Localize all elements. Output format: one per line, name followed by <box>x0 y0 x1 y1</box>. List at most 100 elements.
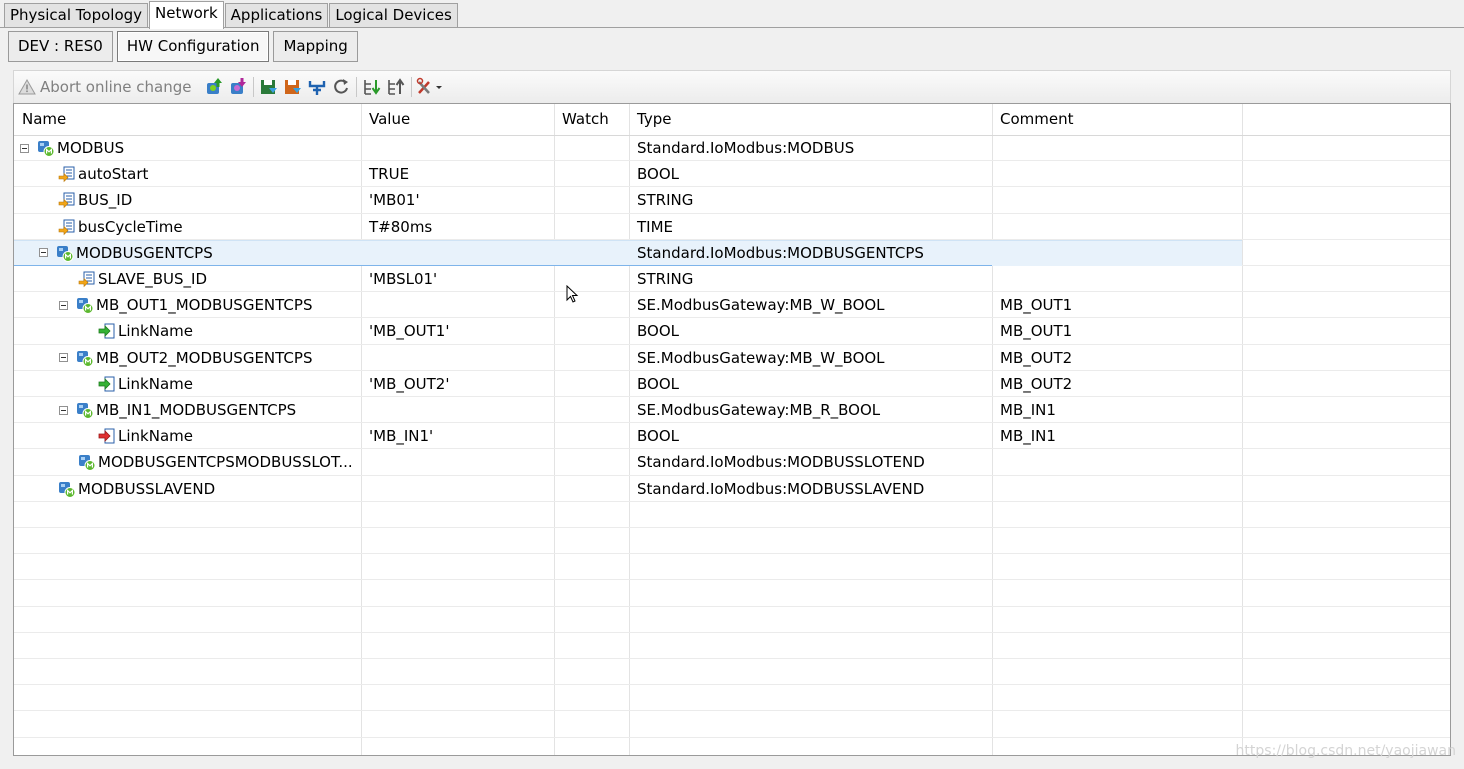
collapse-tree-button[interactable] <box>384 75 408 99</box>
tab-mapping[interactable]: Mapping <box>273 31 358 62</box>
tab-logical-devices[interactable]: Logical Devices <box>329 3 458 28</box>
cell-name: LinkName <box>98 423 193 449</box>
tree-row[interactable]: busCycleTime T#80ms TIME <box>14 214 1450 240</box>
collapse-toggle-icon[interactable] <box>59 353 68 363</box>
toolbar-separator <box>252 77 254 97</box>
header-watch[interactable]: Watch <box>554 104 609 136</box>
cell-value[interactable]: 'MB01' <box>369 187 420 213</box>
collapse-toggle-icon[interactable] <box>59 405 68 415</box>
row-name-text: LinkName <box>118 322 193 341</box>
tree-row[interactable]: MODBUSSLAVEND Standard.IoModbus:MODBUSSLA… <box>14 476 1450 502</box>
tree-row[interactable]: LinkName 'MB_IN1' BOOL MB_IN1 <box>14 423 1450 449</box>
tree-row[interactable]: SLAVE_BUS_ID 'MBSL01' STRING <box>14 266 1450 292</box>
tab-hw-configuration[interactable]: HW Configuration <box>116 31 270 62</box>
tree-row[interactable]: MB_IN1_MODBUSGENTCPS SE.ModbusGateway:MB_… <box>14 397 1450 423</box>
expand-tree-icon <box>363 80 380 95</box>
cell-value[interactable]: 'MBSL01' <box>369 266 437 292</box>
header-type[interactable]: Type <box>629 104 671 136</box>
row-gridline <box>14 710 1450 712</box>
row-name-text: BUS_ID <box>78 191 133 210</box>
row-gridline <box>14 527 1450 528</box>
cell-name: MODBUSGENTCPS <box>39 240 213 266</box>
cell-type: BOOL <box>637 165 679 184</box>
tools-menu-button[interactable] <box>415 75 445 99</box>
download-button[interactable] <box>226 75 250 99</box>
tree-row[interactable]: MODBUSGENTCPS Standard.IoModbus:MODBUSGEN… <box>14 239 1450 266</box>
row-name-text: MB_OUT2_MODBUSGENTCPS <box>96 348 313 367</box>
row-name-text: MODBUSSLAVEND <box>78 479 216 498</box>
toolbar: Abort online change <box>13 70 1451 103</box>
sub-tab-bar: DEV : RES0 HW Configuration Mapping <box>8 31 362 63</box>
cell-comment: MB_OUT1 <box>1000 296 1073 315</box>
cell-type: SE.ModbusGateway:MB_R_BOOL <box>637 401 881 419</box>
cell-value[interactable]: 'MB_OUT1' <box>369 318 449 344</box>
cell-comment: MB_IN1 <box>1000 401 1056 419</box>
tab-network[interactable]: Network <box>149 1 224 29</box>
input-link-icon <box>98 427 116 445</box>
cell-type: STRING <box>637 270 694 288</box>
upload-icon <box>206 78 222 94</box>
row-name-text: busCycleTime <box>78 217 183 236</box>
cell-name: MODBUS <box>20 135 124 161</box>
cell-value[interactable]: 'MB_OUT2' <box>369 371 449 397</box>
cell-type: SE.ModbusGateway:MB_W_BOOL <box>637 296 885 315</box>
upload-button[interactable] <box>202 75 226 99</box>
cell-type: Standard.IoModbus:MODBUSSLAVEND <box>637 479 925 498</box>
cell-value[interactable]: 'MB_IN1' <box>369 423 433 449</box>
tree-row[interactable]: MB_OUT1_MODBUSGENTCPS SE.ModbusGateway:MB… <box>14 292 1450 318</box>
cell-type: Standard.IoModbus:MODBUS <box>637 139 855 157</box>
toolbar-separator <box>410 77 412 97</box>
tab-physical-topology[interactable]: Physical Topology <box>4 3 149 28</box>
tree-row[interactable]: autoStart TRUE BOOL <box>14 161 1450 187</box>
tree-row[interactable]: BUS_ID 'MB01' STRING <box>14 187 1450 213</box>
abort-online-change-button[interactable]: Abort online change <box>18 75 192 99</box>
save-icon <box>260 80 277 94</box>
header-value[interactable]: Value <box>361 104 410 136</box>
cell-name: LinkName <box>98 318 193 344</box>
row-name-text: LinkName <box>118 374 193 393</box>
expand-tree-button[interactable] <box>360 75 384 99</box>
row-gridline <box>14 736 1450 738</box>
export-button[interactable] <box>281 75 305 99</box>
row-name-text: LinkName <box>118 427 193 446</box>
tree-row[interactable]: LinkName 'MB_OUT2' BOOL MB_OUT2 <box>14 371 1450 397</box>
mouse-cursor-icon <box>566 285 579 303</box>
cell-value[interactable]: T#80ms <box>369 214 432 240</box>
save-button[interactable] <box>257 75 281 99</box>
tree-row[interactable]: MB_OUT2_MODBUSGENTCPS SE.ModbusGateway:MB… <box>14 345 1450 371</box>
tree-row[interactable]: MODBUSGENTCPSMODBUSSLOT... Standard.IoMod… <box>14 449 1450 475</box>
parameter-icon <box>58 165 76 183</box>
device-icon <box>78 453 96 472</box>
cell-value[interactable]: TRUE <box>369 161 409 187</box>
abort-label: Abort online change <box>40 78 192 96</box>
tree-row[interactable]: LinkName 'MB_OUT1' BOOL MB_OUT1 <box>14 318 1450 344</box>
parameter-icon <box>58 218 76 236</box>
refresh-icon <box>333 79 348 94</box>
collapse-toggle-icon[interactable] <box>59 300 68 310</box>
cell-comment: MB_IN1 <box>1000 427 1056 446</box>
cell-name: LinkName <box>98 371 193 397</box>
row-name-text: MB_IN1_MODBUSGENTCPS <box>96 401 297 419</box>
collapse-toggle-icon[interactable] <box>20 143 29 153</box>
row-gridline <box>14 579 1450 581</box>
refresh-button[interactable] <box>329 75 353 99</box>
tree-row[interactable]: MODBUS Standard.IoModbus:MODBUS <box>14 135 1450 161</box>
cell-type: SE.ModbusGateway:MB_W_BOOL <box>637 348 885 367</box>
device-icon <box>58 480 76 498</box>
cell-comment: MB_OUT2 <box>1000 348 1073 367</box>
header-name[interactable]: Name <box>14 104 66 136</box>
row-gridline <box>14 684 1450 686</box>
tab-applications[interactable]: Applications <box>224 3 329 28</box>
top-tab-bar: Physical Topology Network Applications L… <box>4 1 459 29</box>
network-button[interactable] <box>305 75 329 99</box>
output-link-icon <box>98 375 116 393</box>
cell-name: SLAVE_BUS_ID <box>78 266 207 292</box>
network-icon <box>308 81 325 95</box>
collapse-toggle-icon[interactable] <box>39 248 48 258</box>
device-icon <box>76 401 94 419</box>
cell-type: BOOL <box>637 427 679 446</box>
hw-config-grid: Name Value Watch Type Comment MODBUS Stan… <box>13 103 1451 756</box>
tools-menu-icon <box>416 77 442 94</box>
tab-dev-res0[interactable]: DEV : RES0 <box>8 31 113 62</box>
header-comment[interactable]: Comment <box>992 104 1074 136</box>
